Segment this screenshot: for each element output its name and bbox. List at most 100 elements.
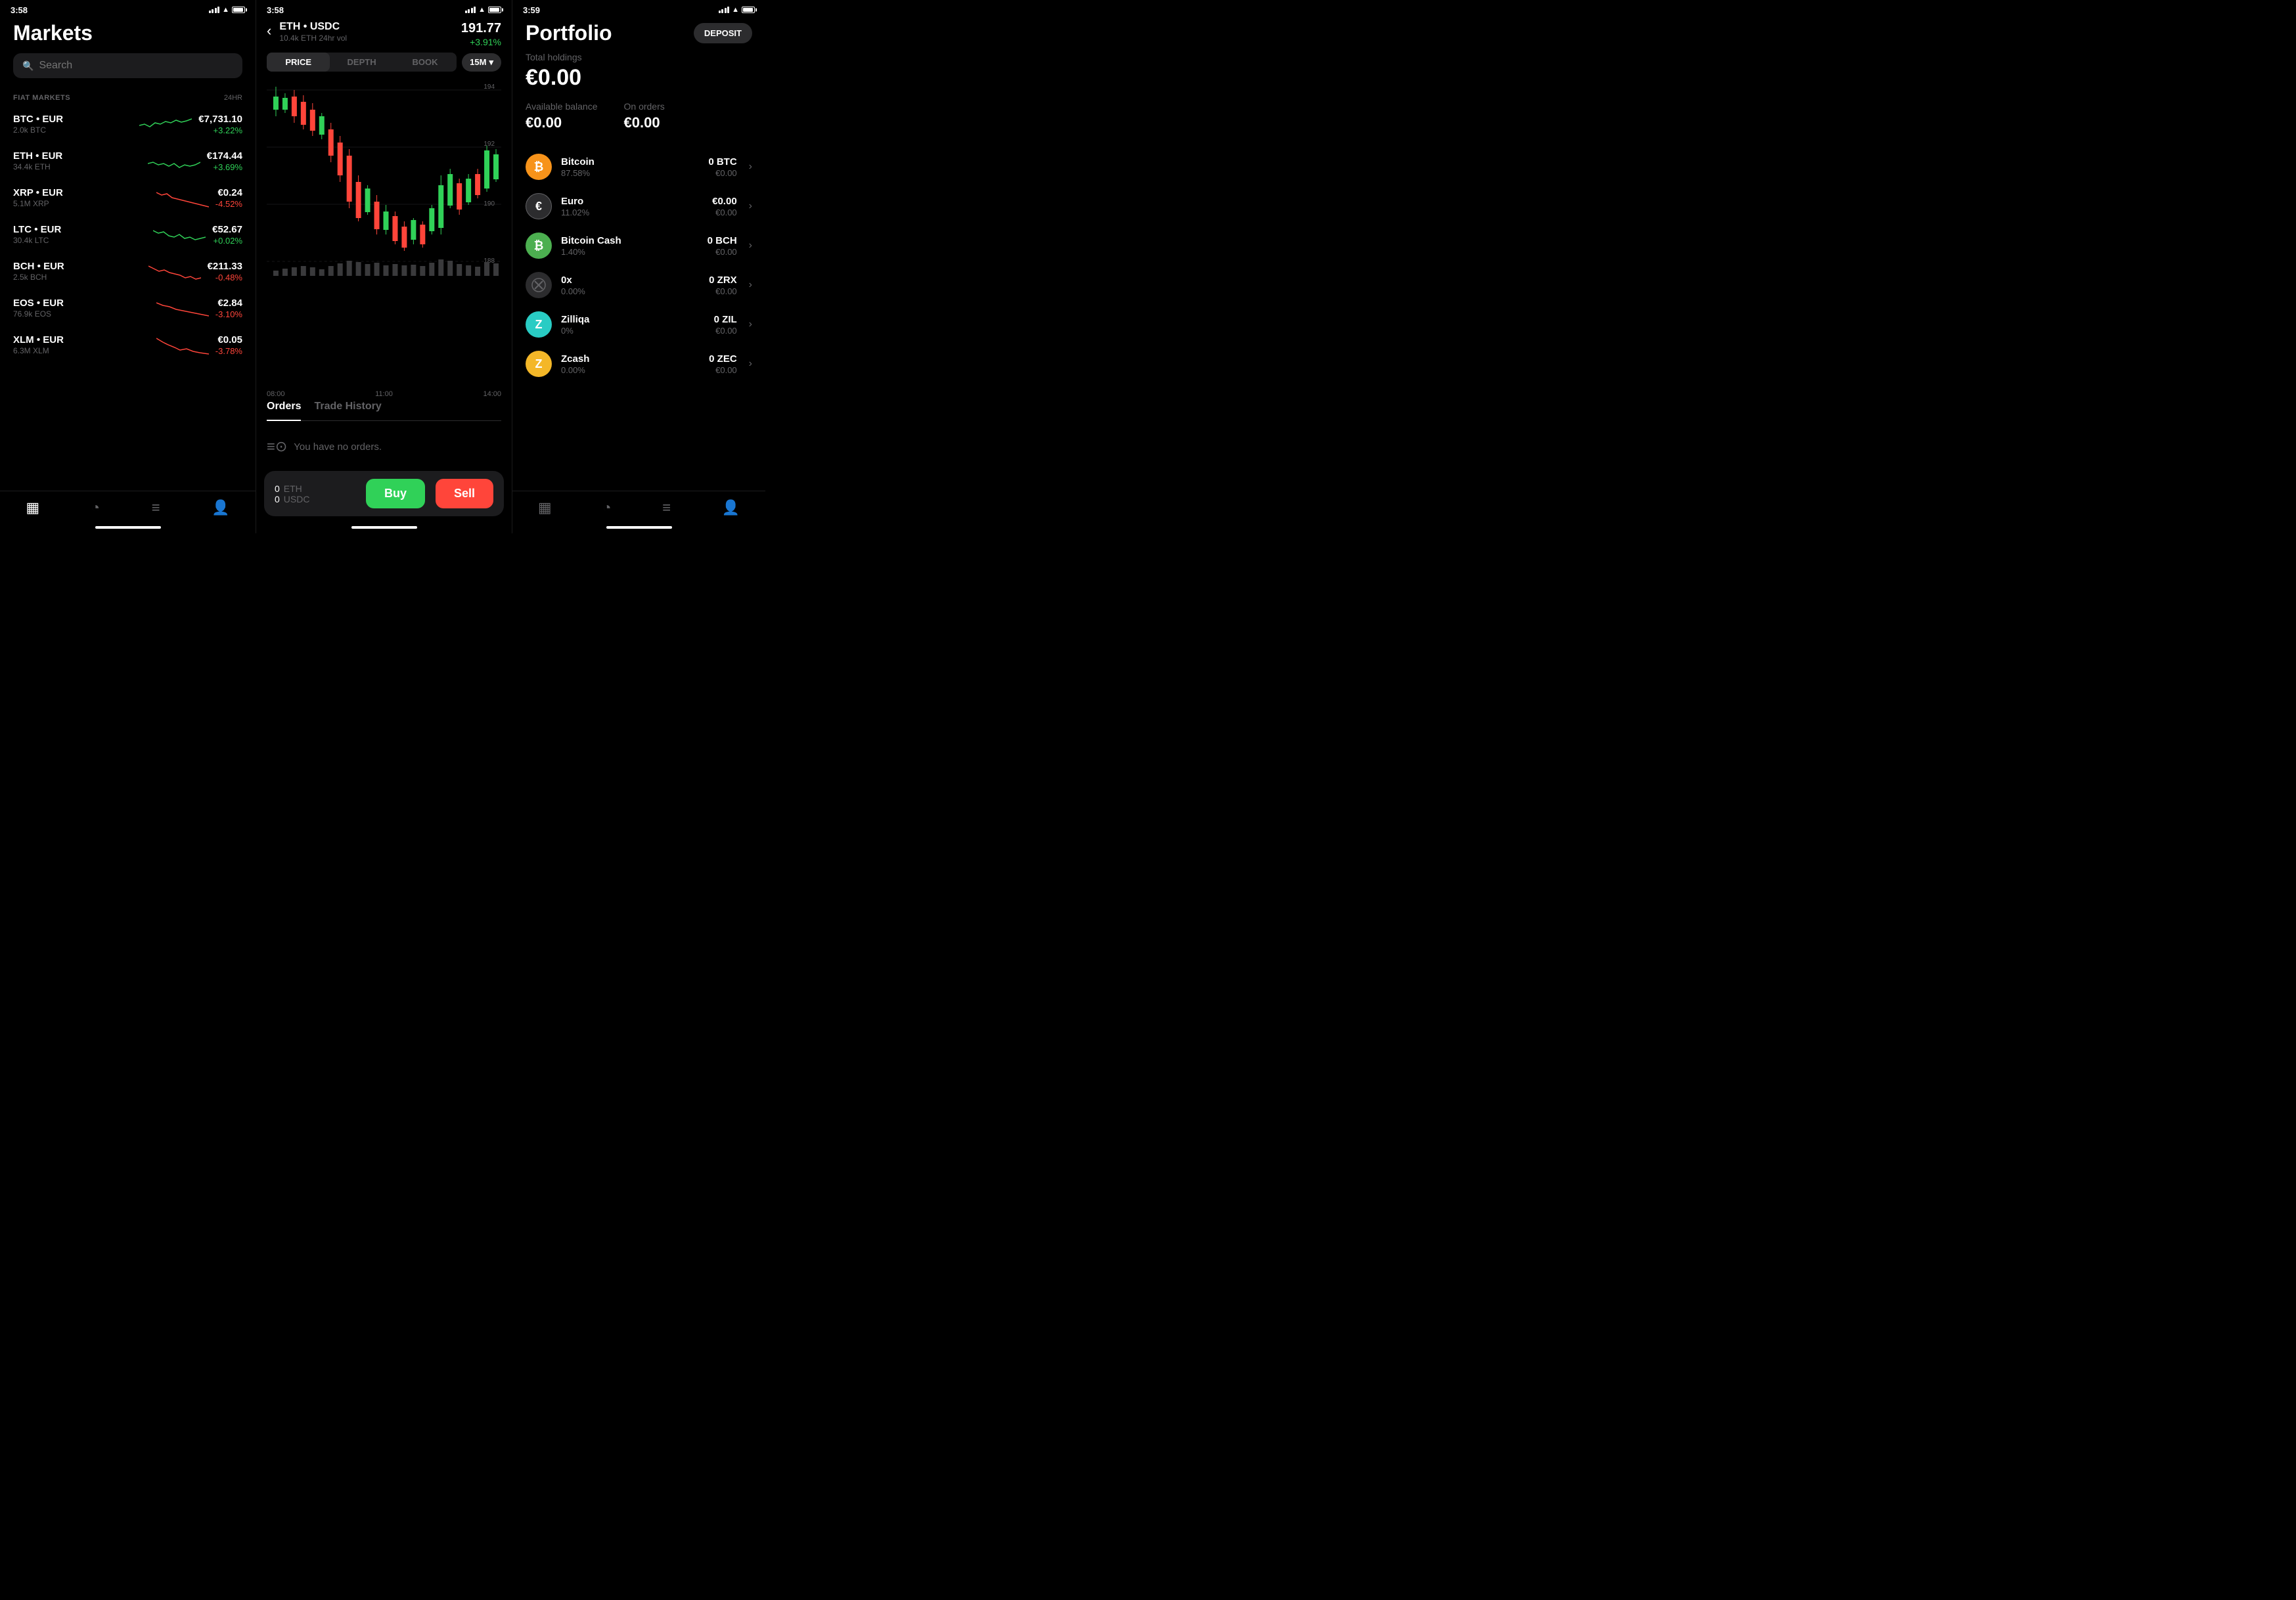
sell-button[interactable]: Sell — [436, 479, 493, 508]
asset-item-btc[interactable]: ₿ Bitcoin 87.58% 0 BTC €0.00 › — [526, 147, 752, 187]
markets-header: Markets 🔍 — [0, 18, 256, 85]
zec-name: Zcash — [561, 353, 700, 365]
sparkline-bch — [148, 259, 201, 283]
market-item-btc[interactable]: BTC • EUR 2.0k BTC €7,731.10 +3.22% — [0, 106, 256, 143]
asset-item-bch[interactable]: ₿ Bitcoin Cash 1.40% 0 BCH €0.00 › — [526, 226, 752, 265]
btc-eur: €0.00 — [708, 168, 736, 178]
market-volume-ltc: 30.4k LTC — [13, 236, 146, 245]
status-bar-chart: 3:58 ▲ — [256, 0, 512, 18]
market-item-eth[interactable]: ETH • EUR 34.4k ETH €174.44 +3.69% — [0, 143, 256, 179]
orders-tab[interactable]: Orders — [267, 401, 301, 421]
market-price-bch: €211.33 — [208, 261, 242, 272]
home-indicator-1 — [0, 522, 256, 533]
eur-chevron-icon: › — [749, 200, 752, 212]
search-input[interactable] — [39, 60, 233, 72]
deposit-button[interactable]: DEPOSIT — [694, 23, 752, 43]
market-volume-eos: 76.9k EOS — [13, 309, 150, 319]
zec-icon: Z — [526, 351, 552, 377]
zrx-amount: 0 ZRX — [709, 275, 737, 286]
eur-icon: € — [526, 193, 552, 219]
back-button[interactable]: ‹ — [267, 21, 271, 39]
market-item-xrp[interactable]: XRP • EUR 5.1M XRP €0.24 -4.52% — [0, 179, 256, 216]
trade-history-tab[interactable]: Trade History — [314, 401, 381, 416]
asset-item-eur[interactable]: € Euro 11.02% €0.00 €0.00 › — [526, 187, 752, 226]
search-bar[interactable]: 🔍 — [13, 53, 242, 78]
market-pair-btc: BTC • EUR — [13, 114, 133, 125]
search-icon: 🔍 — [22, 60, 34, 72]
sparkline-ltc — [153, 223, 206, 246]
nav-orders[interactable]: ≡ — [139, 497, 173, 519]
battery-icon-chart — [488, 7, 501, 13]
no-orders-message: ≡⊙ You have no orders. — [267, 428, 501, 466]
zrx-pct: 0.00% — [561, 286, 700, 296]
asset-item-zrx[interactable]: 0x 0.00% 0 ZRX €0.00 › — [526, 265, 752, 305]
tab-book[interactable]: BOOK — [394, 53, 457, 72]
battery-icon-portfolio — [742, 7, 755, 13]
tab-price[interactable]: PRICE — [267, 53, 330, 72]
nav-account[interactable]: 👤 — [198, 497, 242, 519]
nav-portfolio-account[interactable]: 👤 — [709, 497, 753, 519]
market-volume-btc: 2.0k BTC — [13, 125, 133, 135]
timeframe-selector[interactable]: 15M ▾ — [462, 53, 501, 72]
portfolio-nav-icon: ◔ — [91, 499, 100, 516]
sparkline-xlm — [156, 333, 209, 357]
market-section-header: FIAT MARKETS 24HR — [0, 85, 256, 106]
tab-depth[interactable]: DEPTH — [330, 53, 393, 72]
market-item-bch[interactable]: BCH • EUR 2.5k BCH €211.33 -0.48% — [0, 253, 256, 290]
market-item-eos[interactable]: EOS • EUR 76.9k EOS €2.84 -3.10% — [0, 290, 256, 326]
zil-eur: €0.00 — [714, 326, 737, 336]
nav-markets[interactable]: ▦ — [12, 497, 53, 519]
market-pair-eth: ETH • EUR — [13, 150, 141, 162]
market-price-btc: €7,731.10 — [198, 114, 242, 125]
wifi-icon-portfolio: ▲ — [732, 6, 739, 14]
market-change-bch: -0.48% — [208, 273, 242, 282]
nav-portfolio[interactable]: ◔ — [78, 497, 113, 519]
wifi-icon: ▲ — [222, 6, 229, 14]
signal-icon-chart — [465, 7, 476, 13]
zil-icon: Z — [526, 311, 552, 338]
eth-balance-row: 0 ETH — [275, 483, 355, 494]
zil-name: Zilliqa — [561, 314, 705, 325]
markets-nav-icon: ▦ — [26, 499, 39, 516]
asset-list: ₿ Bitcoin 87.58% 0 BTC €0.00 › € Euro 11… — [526, 147, 752, 384]
xaxis-label-2: 14:00 — [483, 390, 501, 398]
balance-row: Available balance €0.00 On orders €0.00 — [526, 101, 752, 131]
bch-eur: €0.00 — [708, 247, 737, 257]
panel-markets: 3:58 ▲ Markets 🔍 FIAT MARKETS 24HR BTC •… — [0, 0, 256, 533]
market-change-eos: -3.10% — [215, 309, 242, 319]
sparkline-eos — [156, 296, 209, 320]
market-item-ltc[interactable]: LTC • EUR 30.4k LTC €52.67 +0.02% — [0, 216, 256, 253]
bottom-nav-markets: ▦ ◔ ≡ 👤 — [0, 491, 256, 522]
eur-amount: €0.00 — [712, 196, 737, 207]
total-holdings-label: Total holdings — [526, 52, 752, 62]
zec-chevron-icon: › — [749, 358, 752, 370]
on-orders-label: On orders — [624, 101, 665, 112]
market-price-xlm: €0.05 — [215, 334, 242, 345]
eth-label: ETH — [284, 483, 302, 494]
trade-bar: 0 ETH 0 USDC Buy Sell — [264, 471, 504, 516]
asset-item-zec[interactable]: Z Zcash 0.00% 0 ZEC €0.00 › — [526, 344, 752, 384]
chart-tabs: PRICE DEPTH BOOK 15M ▾ — [256, 53, 512, 77]
market-change-btc: +3.22% — [198, 125, 242, 135]
market-item-xlm[interactable]: XLM • EUR 6.3M XLM €0.05 -3.78% — [0, 326, 256, 363]
no-orders-text: You have no orders. — [294, 441, 382, 453]
status-bar-markets: 3:58 ▲ — [0, 0, 256, 18]
nav-portfolio-orders[interactable]: ≡ — [649, 497, 684, 519]
svg-text:190: 190 — [484, 200, 495, 208]
signal-icon-portfolio — [719, 7, 730, 13]
asset-item-zil[interactable]: Z Zilliqa 0% 0 ZIL €0.00 › — [526, 305, 752, 344]
zrx-name: 0x — [561, 275, 700, 286]
buy-button[interactable]: Buy — [366, 479, 425, 508]
battery-icon — [232, 7, 245, 13]
nav-portfolio-portfolio[interactable]: ◔ — [589, 497, 624, 519]
status-bar-portfolio: 3:59 ▲ — [512, 0, 765, 18]
markets-title: Markets — [13, 21, 242, 45]
market-change-eth: +3.69% — [207, 162, 242, 172]
signal-icon — [209, 7, 220, 13]
available-balance: Available balance €0.00 — [526, 101, 598, 131]
chart-xaxis: 08:00 11:00 14:00 — [256, 388, 512, 401]
market-list: BTC • EUR 2.0k BTC €7,731.10 +3.22% ETH … — [0, 106, 256, 491]
wifi-icon-chart: ▲ — [478, 6, 485, 14]
market-volume-xrp: 5.1M XRP — [13, 199, 150, 208]
nav-portfolio-markets[interactable]: ▦ — [525, 497, 565, 519]
